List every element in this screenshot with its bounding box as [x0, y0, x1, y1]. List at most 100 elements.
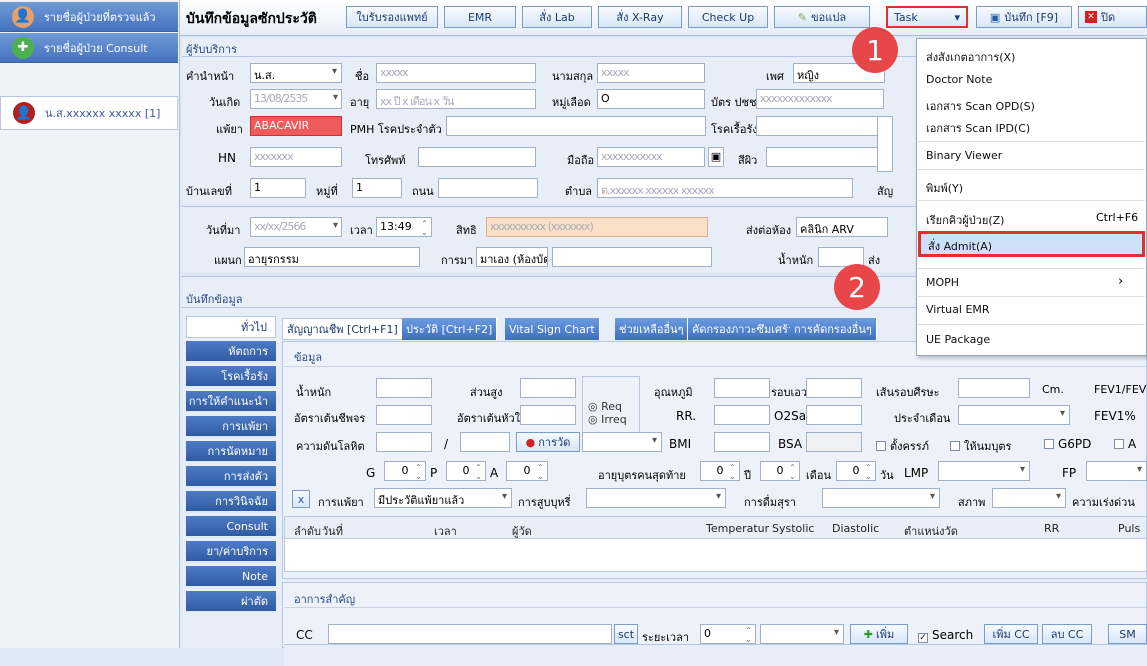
o2-input[interactable]: [806, 405, 862, 425]
age-input[interactable]: xx ปี x เดือน x วัน: [376, 89, 536, 109]
order-xray-button[interactable]: สั่ง X-Ray: [598, 6, 682, 28]
delete-cc-button[interactable]: ลบ CC: [1042, 624, 1092, 644]
skin-input[interactable]: [766, 147, 884, 167]
heart-input[interactable]: [520, 405, 576, 425]
weight-vital-input[interactable]: [376, 378, 432, 398]
menses-select[interactable]: [958, 405, 1070, 425]
lname-input[interactable]: xxxxx: [597, 63, 705, 83]
g6pd-checkbox[interactable]: G6PD: [1044, 437, 1091, 451]
visit-date-input[interactable]: xx/xx/2566: [250, 217, 342, 237]
emr-button[interactable]: EMR: [444, 6, 516, 28]
nav-note[interactable]: Note: [186, 566, 276, 588]
add-cc-button[interactable]: ✚ เพิ่ม: [850, 624, 908, 644]
nav-procedure[interactable]: หัตถการ: [186, 341, 276, 363]
pmh-input[interactable]: [446, 116, 706, 136]
day-input[interactable]: 0: [836, 461, 876, 481]
column-header[interactable]: ผู้วัด: [512, 522, 532, 540]
tab-assist[interactable]: ช่วยเหลืออื่นๆ: [615, 318, 689, 340]
moo-input[interactable]: 1: [352, 178, 402, 198]
temp-input[interactable]: [714, 378, 770, 398]
fp-select[interactable]: [1086, 461, 1147, 481]
phone-input[interactable]: [418, 147, 536, 167]
certificate-button[interactable]: ใบรับรองแพทย์: [346, 6, 438, 28]
save-button[interactable]: ▣ บันทึก [F9]: [976, 6, 1072, 28]
time-input[interactable]: 13:49: [376, 217, 432, 237]
blood-input[interactable]: O: [597, 89, 705, 109]
menu-item-call-queue[interactable]: เรียกคิวผู้ป่วย(Z): [926, 211, 1004, 229]
diastolic-input[interactable]: [460, 432, 510, 452]
column-header[interactable]: Temperatur: [706, 522, 769, 535]
task-button[interactable]: Task ▾: [886, 6, 968, 28]
p-input[interactable]: 0: [446, 461, 486, 481]
come-input[interactable]: มาเอง (ห้องบัตร): [476, 247, 548, 267]
road-input[interactable]: [438, 178, 538, 198]
tab-depression[interactable]: คัดกรองภาวะซึมเศร้า: [688, 318, 800, 340]
nav-chronic[interactable]: โรคเรื้อรัง: [186, 366, 276, 388]
sct-button[interactable]: sct: [614, 624, 638, 644]
dob-input[interactable]: 13/08/2535: [250, 89, 342, 109]
pregnant-checkbox[interactable]: ตั้งครรภ์: [876, 437, 929, 455]
column-header[interactable]: ลำดับ: [294, 522, 321, 540]
column-header[interactable]: Puls: [1118, 522, 1140, 535]
column-header[interactable]: Diastolic: [832, 522, 879, 535]
send-input[interactable]: คลินิก ARV: [796, 217, 888, 237]
tab-vital-signs[interactable]: สัญญาณชีพ [Ctrl+F1]: [282, 318, 403, 340]
head-input[interactable]: [958, 378, 1030, 398]
bmi-input[interactable]: [714, 432, 770, 452]
breastfeed-checkbox[interactable]: ให้นมบุตร: [950, 437, 1011, 455]
chronic-input[interactable]: [756, 116, 884, 136]
add-cc-text-button[interactable]: เพิ่ม CC: [984, 624, 1038, 644]
duration-input[interactable]: 0: [700, 624, 756, 644]
column-header[interactable]: เวลา: [434, 522, 457, 540]
mobile-input[interactable]: xxxxxxxxxxx: [597, 147, 705, 167]
rr-input[interactable]: [714, 405, 770, 425]
menu-item-scan-opd[interactable]: เอกสาร Scan OPD(S): [926, 97, 1035, 115]
irreq-radio[interactable]: ◎ Irreq: [588, 413, 627, 426]
address-input[interactable]: 1: [250, 178, 306, 198]
search-checkbox[interactable]: ✓ Search: [918, 628, 973, 643]
a-input[interactable]: 0: [506, 461, 548, 481]
menu-item-observe[interactable]: ส่งสังเกตอาการ(X): [926, 48, 1015, 66]
nav-consult[interactable]: Consult: [186, 516, 276, 538]
phone-book-button[interactable]: ▣: [708, 147, 724, 167]
nav-advice[interactable]: การให้คำแนะนำ: [186, 391, 276, 413]
sm-button[interactable]: SM: [1108, 624, 1147, 644]
checkup-button[interactable]: Check Up: [688, 6, 768, 28]
a-checkbox[interactable]: A: [1114, 437, 1136, 451]
right-input[interactable]: xxxxxxxxxx (xxxxxxx): [486, 217, 708, 237]
column-header[interactable]: RR: [1044, 522, 1059, 535]
sidebar-item-examined[interactable]: 👤 รายชื่อผู้ป่วยที่ตรวจแล้ว: [0, 2, 178, 32]
measure-select[interactable]: [582, 432, 662, 452]
duration-unit-select[interactable]: [760, 624, 844, 644]
drink-select[interactable]: [822, 488, 940, 508]
fname-input[interactable]: xxxxx: [376, 63, 536, 83]
come-extra-input[interactable]: [552, 247, 712, 267]
year-input[interactable]: 0: [700, 461, 740, 481]
translate-button[interactable]: ✎ ขอแปล: [774, 6, 870, 28]
menu-item-scan-ipd[interactable]: เอกสาร Scan IPD(C): [926, 119, 1030, 137]
smoke-select[interactable]: [586, 488, 726, 508]
req-radio[interactable]: ◎ Req: [588, 400, 622, 413]
nav-drug[interactable]: ยา/ค่าบริการ: [186, 541, 276, 563]
nav-refer[interactable]: การส่งตัว: [186, 466, 276, 488]
sidebar-item-consult[interactable]: ✚ รายชื่อผู้ป่วย Consult: [0, 33, 178, 63]
measure-button[interactable]: ● การวัด: [516, 432, 580, 452]
column-header[interactable]: วันที่: [322, 522, 343, 540]
menu-item-print[interactable]: พิมพ์(Y): [926, 179, 963, 197]
dept-input[interactable]: อายุรกรรม: [244, 247, 420, 267]
menu-item-virtual-emr[interactable]: Virtual EMR: [926, 303, 990, 316]
column-header[interactable]: ตำแหน่งวัด: [904, 522, 958, 540]
close-button[interactable]: ✕ ปิด: [1078, 6, 1147, 28]
tab-history[interactable]: ประวัติ [Ctrl+F2]: [402, 318, 498, 340]
column-header[interactable]: Systolic: [772, 522, 814, 535]
nav-general[interactable]: ทั่วไป: [186, 316, 276, 338]
allergy-input[interactable]: ABACAVIR: [250, 116, 342, 136]
tab-screening[interactable]: การคัดกรองอื่นๆ: [790, 318, 877, 340]
lmp-select[interactable]: [938, 461, 1030, 481]
bsa-input[interactable]: [806, 432, 862, 452]
height-input[interactable]: [520, 378, 576, 398]
pulse-input[interactable]: [376, 405, 432, 425]
menu-item-doctor-note[interactable]: Doctor Note: [926, 73, 992, 86]
order-lab-button[interactable]: สั่ง Lab: [522, 6, 592, 28]
waist-input[interactable]: [806, 378, 862, 398]
